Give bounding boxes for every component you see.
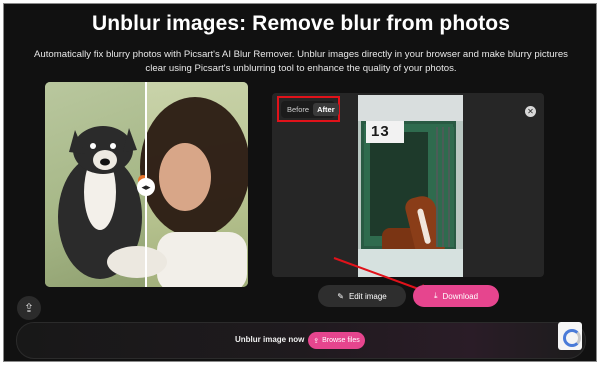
edit-image-button[interactable]: ✎ Edit image xyxy=(318,285,406,307)
browse-files-button[interactable]: ⇪ Browse files xyxy=(308,332,365,349)
before-after-demo[interactable]: ◂▸ xyxy=(45,82,248,287)
download-button[interactable]: ⤓ Download xyxy=(413,285,499,307)
download-icon: ⤓ xyxy=(433,291,438,300)
photo-horse-blaze xyxy=(416,208,432,245)
page-subtitle: Automatically fix blurry photos with Pic… xyxy=(34,49,568,74)
recaptcha-icon[interactable] xyxy=(558,322,582,350)
arrows-left-right-icon[interactable]: ◂▸ xyxy=(137,178,155,196)
edit-pencil-icon: ✎ xyxy=(337,291,344,301)
before-after-toggle[interactable]: Before After xyxy=(281,101,339,118)
toggle-after[interactable]: After xyxy=(313,103,339,116)
photo-stall-bars xyxy=(436,127,454,247)
edit-image-label: Edit image xyxy=(348,291,387,301)
toggle-before[interactable]: Before xyxy=(283,103,313,116)
share-icon[interactable]: ⇪ xyxy=(17,296,41,320)
upload-cta-text: Unblur image now xyxy=(235,335,305,344)
photo-stall-opening xyxy=(370,132,447,259)
browse-files-label: Browse files xyxy=(322,337,360,344)
page-frame: Unblur images: Remove blur from photos A… xyxy=(3,3,597,362)
photo-wall xyxy=(358,95,463,121)
upload-bar: Unblur image now ⇪ Browse files xyxy=(16,322,586,359)
close-icon[interactable]: ✕ xyxy=(525,106,536,117)
stall-number: 13 xyxy=(371,123,390,140)
stall-number-plate: 13 xyxy=(366,121,404,143)
page-title: Unblur images: Remove blur from photos xyxy=(91,12,510,35)
upload-icon: ⇪ xyxy=(313,337,320,345)
download-label: Download xyxy=(442,291,479,301)
